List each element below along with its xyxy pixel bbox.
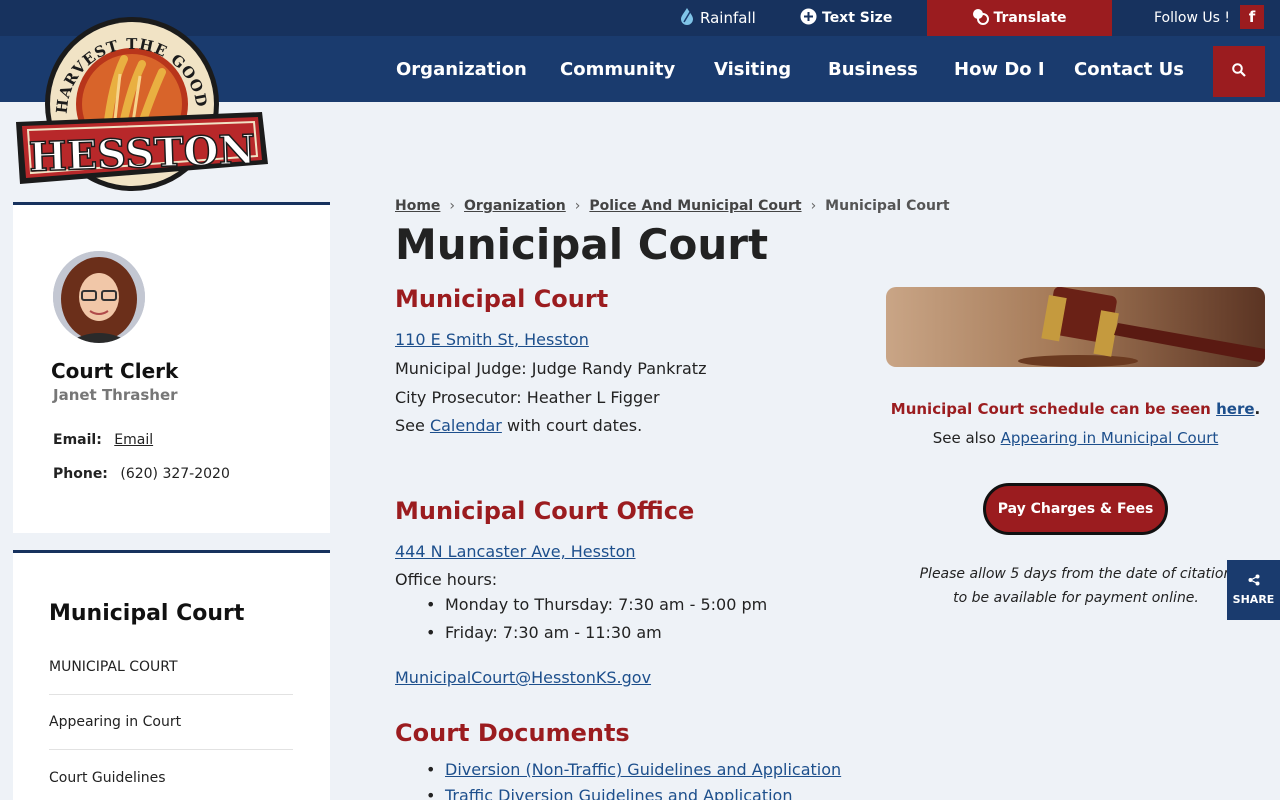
nav-contact-us[interactable]: Contact Us [1074, 36, 1184, 102]
follow-us-label: Follow Us ! [1154, 10, 1230, 26]
office-email-link[interactable]: MunicipalCourt@HesstonKS.gov [395, 668, 651, 687]
hours-fri: Friday: 7:30 am - 11:30 am [445, 623, 662, 642]
office-hours-label: Office hours: [395, 570, 498, 589]
prosecutor-line: City Prosecutor: Heather L Figger [395, 388, 660, 407]
breadcrumb-home[interactable]: Home [395, 198, 440, 214]
contact-card: Court Clerk Janet Thrasher Email: Email … [13, 202, 330, 533]
plus-circle-icon [800, 8, 817, 29]
translate-button[interactable]: Translate [927, 0, 1112, 36]
nav-organization[interactable]: Organization [396, 36, 527, 102]
contact-role: Court Clerk [51, 359, 179, 383]
office-address-link[interactable]: 444 N Lancaster Ave, Hesston [395, 542, 636, 561]
page-title: Municipal Court [395, 220, 769, 269]
payment-note-line2: to be available for payment online. [953, 590, 1199, 606]
breadcrumb-current: Municipal Court [825, 198, 950, 214]
email-label: Email: [53, 432, 102, 448]
schedule-text: Municipal Court schedule can be seen [890, 400, 1211, 418]
nav-how-do-i[interactable]: How Do I [954, 36, 1045, 102]
payment-note: Please allow 5 days from the date of cit… [886, 562, 1266, 610]
section-heading-municipal-court: Municipal Court [395, 285, 609, 313]
phone-label: Phone: [53, 466, 108, 482]
translate-icon [972, 8, 990, 29]
see-text: See [395, 416, 425, 435]
search-button[interactable] [1213, 46, 1265, 97]
gavel-image [886, 287, 1265, 367]
list-item: Friday: 7:30 am - 11:30 am [426, 623, 662, 642]
court-dates-text: with court dates. [506, 416, 643, 435]
raindrop-icon [679, 7, 695, 29]
rainfall-label: Rainfall [700, 9, 756, 27]
nav-community[interactable]: Community [560, 36, 675, 102]
calendar-link[interactable]: Calendar [430, 416, 502, 435]
doc-traffic-diversion-link[interactable]: Traffic Diversion Guidelines and Applica… [445, 786, 792, 800]
see-also-line: See also Appearing in Municipal Court [886, 429, 1265, 447]
hours-mon-thu: Monday to Thursday: 7:30 am - 5:00 pm [445, 595, 768, 614]
logo-name: HESSTON [28, 126, 256, 181]
share-button[interactable]: SHARE [1227, 560, 1280, 620]
share-icon [1248, 574, 1260, 589]
contact-phone-row: Phone: (620) 327-2020 [53, 466, 230, 482]
contact-email-row: Email: Email [53, 432, 153, 448]
schedule-period: . [1254, 400, 1261, 418]
list-item: Monday to Thursday: 7:30 am - 5:00 pm [426, 595, 768, 614]
chevron-right-icon: › [574, 198, 581, 214]
avatar [53, 251, 145, 343]
section-heading-court-documents: Court Documents [395, 719, 630, 747]
breadcrumb: Home › Organization › Police And Municip… [395, 198, 950, 214]
facebook-icon[interactable]: f [1240, 5, 1264, 29]
text-size-control[interactable]: Text Size [800, 0, 892, 36]
nav-business[interactable]: Business [828, 36, 918, 102]
section-subnav: Municipal Court MUNICIPAL COURT Appearin… [13, 550, 330, 800]
phone-number[interactable]: (620) 327-2020 [120, 466, 230, 482]
subnav-item-court-guidelines[interactable]: Court Guidelines [49, 750, 293, 800]
translate-label: Translate [993, 10, 1067, 26]
breadcrumb-organization[interactable]: Organization [464, 198, 566, 214]
search-icon [1232, 62, 1246, 81]
office-address: 444 N Lancaster Ave, Hesston [395, 542, 636, 561]
doc-diversion-link[interactable]: Diversion (Non-Traffic) Guidelines and A… [445, 760, 841, 779]
chevron-right-icon: › [810, 198, 817, 214]
nav-visiting[interactable]: Visiting [714, 36, 791, 102]
appearing-link[interactable]: Appearing in Municipal Court [1001, 429, 1219, 447]
pay-charges-button[interactable]: Pay Charges & Fees [983, 483, 1168, 535]
schedule-notice: Municipal Court schedule can be seen her… [886, 400, 1265, 418]
contact-name: Janet Thrasher [53, 386, 178, 404]
section-heading-court-office: Municipal Court Office [395, 497, 695, 525]
breadcrumb-police-court[interactable]: Police And Municipal Court [589, 198, 801, 214]
email-link[interactable]: Email [114, 432, 153, 448]
subnav-item-municipal-court[interactable]: MUNICIPAL COURT [49, 640, 293, 695]
list-item: Diversion (Non-Traffic) Guidelines and A… [426, 760, 841, 779]
court-address: 110 E Smith St, Hesston [395, 330, 589, 349]
rainfall-link[interactable]: Rainfall [679, 0, 756, 36]
subnav-title: Municipal Court [49, 601, 245, 626]
court-address-link[interactable]: 110 E Smith St, Hesston [395, 330, 589, 349]
text-size-label: Text Size [822, 10, 893, 26]
hesston-logo[interactable]: HARVEST THE GOOD LIFE HESSTON [6, 0, 272, 194]
office-email: MunicipalCourt@HesstonKS.gov [395, 668, 651, 687]
payment-note-line1: Please allow 5 days from the date of cit… [919, 566, 1233, 582]
list-item: Traffic Diversion Guidelines and Applica… [426, 786, 792, 800]
schedule-here-link[interactable]: here [1216, 400, 1254, 418]
subnav-item-appearing-in-court[interactable]: Appearing in Court [49, 695, 293, 750]
see-also-text: See also [932, 429, 996, 447]
judge-line: Municipal Judge: Judge Randy Pankratz [395, 359, 707, 378]
share-label: SHARE [1232, 593, 1275, 606]
calendar-line: See Calendar with court dates. [395, 416, 642, 435]
chevron-right-icon: › [449, 198, 456, 214]
